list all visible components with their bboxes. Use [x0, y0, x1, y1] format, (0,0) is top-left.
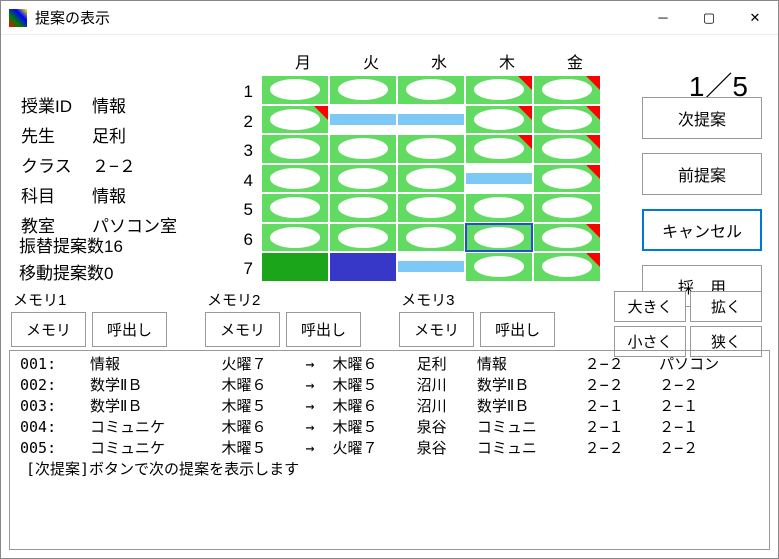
hint-text: [次提案]ボタンで次の提案を表示します [16, 458, 763, 479]
memory1-save-button[interactable]: メモリ [11, 312, 86, 347]
lesson-info: 授業ID情報 先生足利 クラス２−２ 科目情報 教室パソコン室 [19, 91, 179, 243]
grid-cell[interactable] [329, 252, 397, 282]
day-header: 火 [337, 49, 405, 73]
list-row[interactable]: 001:情報火曜７→木曜６足利情報２−２パソコン [16, 353, 763, 374]
day-header: 水 [405, 49, 473, 73]
grid-cell[interactable] [465, 193, 533, 223]
grid-cell[interactable] [533, 164, 601, 194]
window-title: 提案の表示 [35, 7, 640, 28]
wider-button[interactable]: 拡く [690, 291, 762, 322]
prev-proposal-button[interactable]: 前提案 [642, 153, 762, 195]
grid-cell[interactable] [397, 223, 465, 253]
grid-cell[interactable] [533, 134, 601, 164]
memory3-save-button[interactable]: メモリ [399, 312, 474, 347]
minimize-button[interactable]: ─ [640, 3, 686, 33]
grid-cell[interactable] [261, 75, 329, 105]
grid-cell[interactable] [397, 134, 465, 164]
day-header: 木 [473, 49, 541, 73]
grid-cell[interactable] [329, 164, 397, 194]
grid-cell[interactable] [329, 223, 397, 253]
grid-cell[interactable] [397, 105, 465, 135]
grid-cell[interactable] [261, 193, 329, 223]
titlebar: 提案の表示 ─ ▢ ✕ [1, 1, 778, 35]
grid-cell[interactable] [261, 164, 329, 194]
grid-cell[interactable] [329, 134, 397, 164]
maximize-button[interactable]: ▢ [686, 3, 732, 33]
grid-cell[interactable] [533, 75, 601, 105]
grid-cell[interactable] [329, 75, 397, 105]
proposal-list[interactable]: 001:情報火曜７→木曜６足利情報２−２パソコン002:数学ⅡＢ木曜６→木曜５沼… [9, 350, 770, 550]
list-row[interactable]: 003:数学ⅡＢ木曜５→木曜６沼川数学ⅡＢ２−１２−１ [16, 395, 763, 416]
period-label: 6 [237, 225, 253, 255]
grid-cell[interactable] [261, 105, 329, 135]
grid-cell[interactable] [397, 75, 465, 105]
period-label: 7 [237, 254, 253, 284]
grid-cell[interactable] [465, 75, 533, 105]
grid-cell[interactable] [533, 252, 601, 282]
period-label: 1 [237, 77, 253, 107]
grid-cell[interactable] [465, 105, 533, 135]
grid-cell[interactable] [261, 223, 329, 253]
grid-cell[interactable] [329, 193, 397, 223]
period-label: 4 [237, 166, 253, 196]
period-label: 3 [237, 136, 253, 166]
memory-group-1: メモリ1 メモリ 呼出し [11, 289, 167, 347]
grid-cell[interactable] [397, 164, 465, 194]
timetable-grid [261, 75, 601, 282]
grid-cell[interactable] [465, 164, 533, 194]
grid-cell[interactable] [533, 105, 601, 135]
period-label: 5 [237, 195, 253, 225]
memory-group-3: メモリ3 メモリ 呼出し [399, 289, 555, 347]
grid-cell[interactable] [397, 193, 465, 223]
grid-cell[interactable] [261, 134, 329, 164]
grid-cell[interactable] [465, 134, 533, 164]
day-header: 月 [269, 49, 337, 73]
close-button[interactable]: ✕ [732, 3, 778, 33]
period-labels: 1234567 [237, 77, 253, 284]
grid-cell[interactable] [533, 223, 601, 253]
app-icon [9, 9, 27, 27]
next-proposal-button[interactable]: 次提案 [642, 97, 762, 139]
proposal-stats: 振替提案数16 移動提案数0 [19, 233, 123, 287]
memory2-load-button[interactable]: 呼出し [286, 312, 361, 347]
memory-group-2: メモリ2 メモリ 呼出し [205, 289, 361, 347]
memory3-load-button[interactable]: 呼出し [480, 312, 555, 347]
grid-cell[interactable] [533, 193, 601, 223]
bigger-button[interactable]: 大きく [614, 291, 686, 322]
memory1-load-button[interactable]: 呼出し [92, 312, 167, 347]
grid-cell[interactable] [397, 252, 465, 282]
grid-cell[interactable] [465, 223, 533, 253]
list-row[interactable]: 004:コミュニケ木曜６→木曜５泉谷コミュニ２−１２−１ [16, 416, 763, 437]
list-row[interactable]: 005:コミュニケ木曜５→火曜７泉谷コミュニ２−２２−２ [16, 437, 763, 458]
grid-cell[interactable] [329, 105, 397, 135]
grid-cell[interactable] [465, 252, 533, 282]
day-headers: 月火水木金 [269, 49, 609, 73]
period-label: 2 [237, 107, 253, 137]
day-header: 金 [541, 49, 609, 73]
cancel-button[interactable]: キャンセル [642, 209, 762, 251]
memory2-save-button[interactable]: メモリ [205, 312, 280, 347]
grid-cell[interactable] [261, 252, 329, 282]
list-row[interactable]: 002:数学ⅡＢ木曜６→木曜５沼川数学ⅡＢ２−２２−２ [16, 374, 763, 395]
